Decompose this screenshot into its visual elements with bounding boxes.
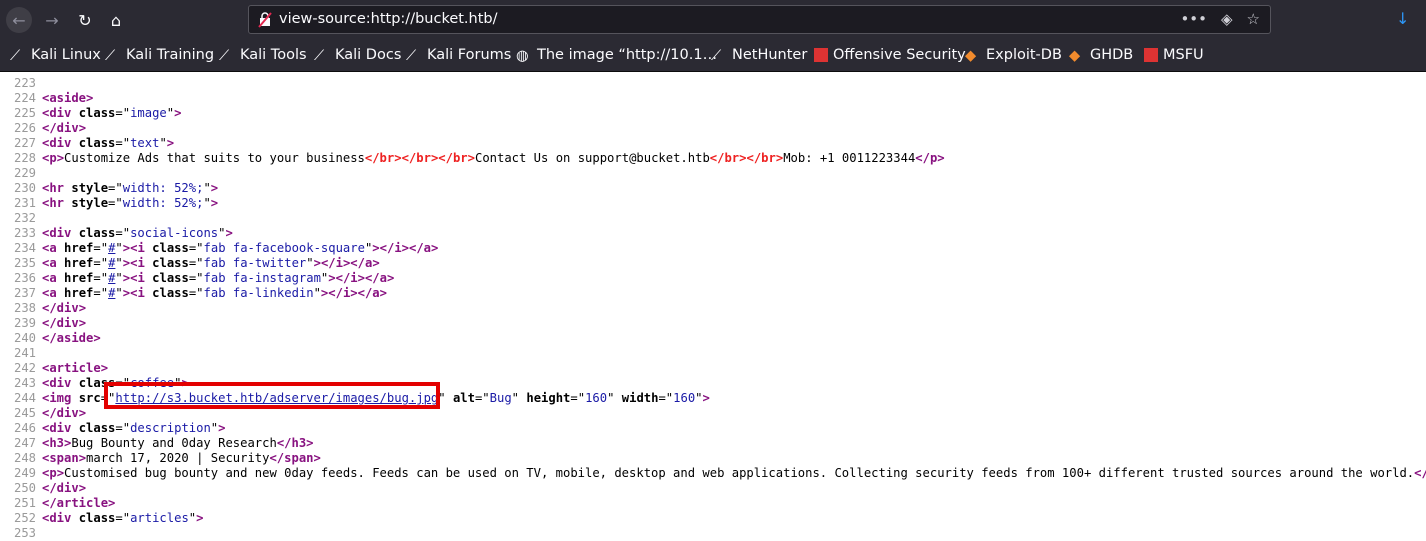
line-number: 230 <box>13 181 36 195</box>
line-number: 250 <box>13 481 36 495</box>
line-number: 238 <box>13 301 36 315</box>
reload-button[interactable]: ↻ <box>73 8 97 32</box>
source-code: </aside> <box>42 331 101 345</box>
kali-dragon-icon: ⟋ <box>10 48 21 64</box>
source-code: <a href="#"><i class="fab fa-twitter"></… <box>42 256 380 270</box>
source-code: </div> <box>42 481 87 495</box>
page-actions-icon[interactable]: ••• <box>1180 10 1207 28</box>
line-number: 243 <box>13 376 36 390</box>
source-code: <a href="#"><i class="fab fa-linkedin"><… <box>42 286 387 300</box>
line-number: 246 <box>13 421 36 435</box>
insecure-connection-icon[interactable] <box>257 12 273 28</box>
forward-button[interactable]: → <box>40 8 64 32</box>
bookmark-star-icon[interactable]: ☆ <box>1247 10 1260 28</box>
globe-icon: ◍ <box>516 48 529 64</box>
bookmark-image[interactable]: ◍ The image “http://10.1… <box>516 47 717 64</box>
source-code: </article> <box>42 496 116 510</box>
line-number: 247 <box>13 436 36 450</box>
bookmark-offensive-security[interactable]: Offensive Security <box>814 47 966 63</box>
address-bar[interactable]: view-source:http://bucket.htb/ ••• ◈ ☆ <box>248 5 1271 34</box>
back-button[interactable]: ← <box>6 7 32 33</box>
line-number: 244 <box>13 391 36 405</box>
line-number: 227 <box>13 136 36 150</box>
browser-toolbar: ← → ↻ ⌂ view-source:http://bucket.htb/ •… <box>0 0 1426 40</box>
bookmark-kali-docs[interactable]: ⟋ Kali Docs <box>314 47 401 64</box>
source-code: <article> <box>42 361 109 375</box>
line-number: 248 <box>13 451 36 465</box>
line-number: 245 <box>13 406 36 420</box>
msfu-icon <box>1144 48 1158 62</box>
line-number: 233 <box>13 226 36 240</box>
kali-dragon-icon: ⟋ <box>711 48 722 64</box>
source-code: <div class="articles"> <box>42 511 204 525</box>
line-number: 242 <box>13 361 36 375</box>
source-code: </div> <box>42 301 87 315</box>
line-number: 224 <box>13 91 36 105</box>
line-number: 226 <box>13 121 36 135</box>
bookmark-kali-linux[interactable]: ⟋ Kali Linux <box>10 47 101 64</box>
source-code: </div> <box>42 121 87 135</box>
source-code: <h3>Bug Bounty and 0day Research</h3> <box>42 436 314 450</box>
line-number: 236 <box>13 271 36 285</box>
bookmarks-toolbar: ⟋ Kali Linux ⟋ Kali Training ⟋ Kali Tools ⟋… <box>0 40 1426 72</box>
line-number: 240 <box>13 331 36 345</box>
source-code: </div> <box>42 316 87 330</box>
line-number: 234 <box>13 241 36 255</box>
line-number: 231 <box>13 196 36 210</box>
source-code: <p>Customised bug bounty and new 0day fe… <box>42 466 1426 480</box>
bookmark-kali-forums[interactable]: ⟋ Kali Forums <box>406 47 511 64</box>
line-number: 239 <box>13 316 36 330</box>
kali-dragon-icon: ⟋ <box>406 48 417 64</box>
kali-dragon-icon: ⟋ <box>105 48 116 64</box>
bookmark-kali-tools[interactable]: ⟋ Kali Tools <box>219 47 307 64</box>
source-code: <div class="image"> <box>42 106 182 120</box>
line-number: 228 <box>13 151 36 165</box>
source-code: <aside> <box>42 91 94 105</box>
source-code: <a href="#"><i class="fab fa-instagram">… <box>42 271 395 285</box>
line-number: 252 <box>13 511 36 525</box>
line-number: 229 <box>13 166 36 180</box>
line-number: 225 <box>13 106 36 120</box>
red-highlight-box <box>104 382 440 409</box>
url-text[interactable]: view-source:http://bucket.htb/ <box>279 11 498 27</box>
kali-dragon-icon: ⟋ <box>219 48 230 64</box>
exploit-db-icon: ◆ <box>965 48 977 64</box>
source-code: <div class="text"> <box>42 136 175 150</box>
bookmark-msfu[interactable]: MSFU <box>1144 47 1204 63</box>
line-number: 223 <box>13 76 36 90</box>
bookmark-nethunter[interactable]: ⟋ NetHunter <box>711 47 807 64</box>
line-number: 235 <box>13 256 36 270</box>
bookmark-ghdb[interactable]: ◆ GHDB <box>1069 47 1133 64</box>
kali-dragon-icon: ⟋ <box>314 48 325 64</box>
ghdb-icon: ◆ <box>1069 48 1081 64</box>
source-code: </div> <box>42 406 87 420</box>
source-code: <hr style="width: 52%;"> <box>42 181 219 195</box>
pocket-icon[interactable]: ◈ <box>1221 10 1233 28</box>
source-code: <div class="description"> <box>42 421 226 435</box>
source-code: <a href="#"><i class="fab fa-facebook-sq… <box>42 241 439 255</box>
source-code: <hr style="width: 52%;"> <box>42 196 219 210</box>
line-number: 249 <box>13 466 36 480</box>
source-code: <div class="social-icons"> <box>42 226 233 240</box>
line-number: 237 <box>13 286 36 300</box>
view-source-content: 223 224 <aside> 225 <div class="image"> 226 </… <box>0 72 1426 540</box>
source-code: <span>march 17, 2020 | Security</span> <box>42 451 321 465</box>
line-number: 241 <box>13 346 36 360</box>
source-code: <p>Customize Ads that suits to your busi… <box>42 151 945 165</box>
download-icon[interactable]: ↓ <box>1396 9 1416 31</box>
bookmark-kali-training[interactable]: ⟋ Kali Training <box>105 47 214 64</box>
offsec-icon <box>814 48 828 62</box>
home-button[interactable]: ⌂ <box>104 8 128 32</box>
line-number: 251 <box>13 496 36 510</box>
line-number: 232 <box>13 211 36 225</box>
line-number: 253 <box>13 526 36 540</box>
bookmark-exploit-db[interactable]: ◆ Exploit-DB <box>965 47 1062 64</box>
